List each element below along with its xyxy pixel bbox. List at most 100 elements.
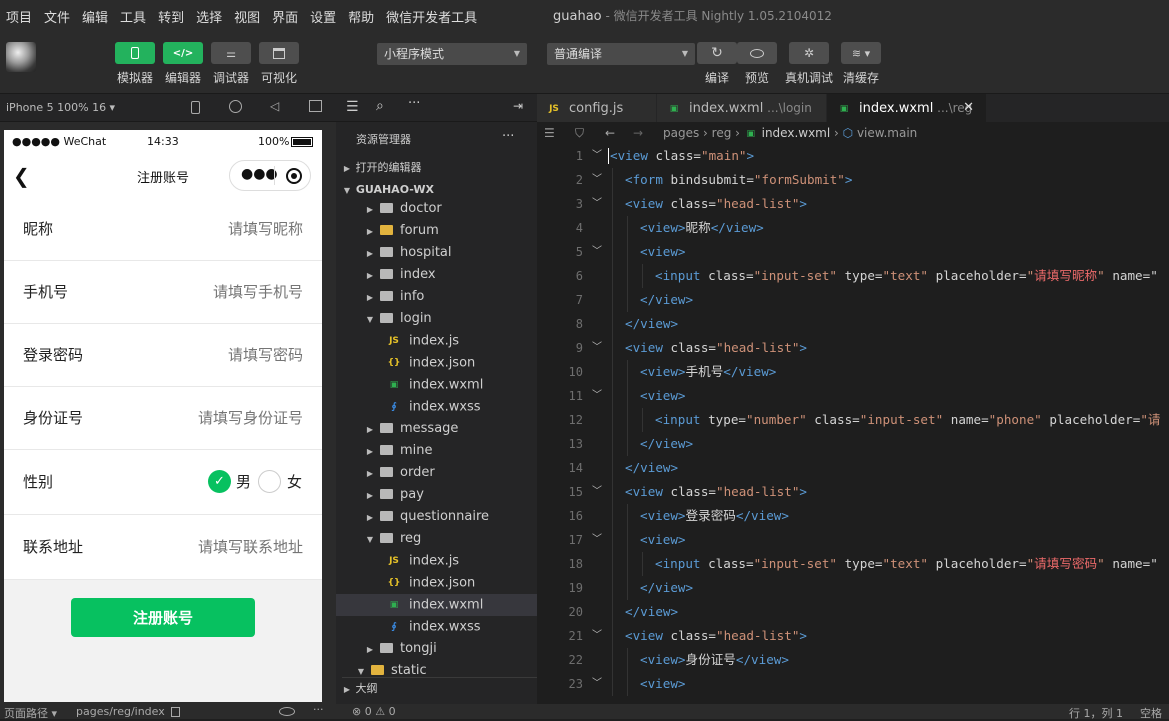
code-line[interactable]: 1 ﹀ <view class="main"> xyxy=(537,144,1169,168)
list-icon[interactable]: ☰ xyxy=(544,122,555,144)
code-line[interactable]: 2 ﹀ <form bindsubmit="formSubmit"> xyxy=(537,168,1169,192)
radio-male-checked[interactable]: ✓ xyxy=(208,470,231,493)
code-line[interactable]: 7 </view> xyxy=(537,288,1169,312)
breadcrumb-item[interactable]: view.main xyxy=(857,126,917,140)
menu-item[interactable]: 转到 xyxy=(152,7,190,26)
tree-item[interactable]: ∮ index.wxss xyxy=(336,616,537,638)
nickname-input[interactable] xyxy=(103,198,303,261)
menu-item[interactable]: 设置 xyxy=(304,7,342,26)
code-line[interactable]: 8 </view> xyxy=(537,312,1169,336)
tree-item[interactable]: ▶ hospital xyxy=(336,242,537,264)
idcard-input[interactable] xyxy=(103,387,303,450)
editor-button[interactable]: </> xyxy=(163,42,203,64)
tree-item[interactable]: ▶ questionnaire xyxy=(336,506,537,528)
files-icon[interactable]: ☰ xyxy=(346,99,359,115)
tree-item[interactable]: ▣ index.wxml xyxy=(336,374,537,396)
forward-icon[interactable]: → xyxy=(633,122,643,144)
code-line[interactable]: 23 ﹀ <view> xyxy=(537,672,1169,696)
volume-icon[interactable]: ◁ xyxy=(270,99,279,113)
breadcrumb-item[interactable]: index.wxml xyxy=(762,126,831,140)
tree-item[interactable]: ▶ tongji xyxy=(336,638,537,660)
tree-item[interactable]: ▶ info xyxy=(336,286,537,308)
explorer-more-icon[interactable]: ··· xyxy=(502,129,514,144)
fold-icon[interactable]: ﹀ xyxy=(592,528,602,552)
compile-select[interactable]: 普通编译 ▼ xyxy=(547,43,695,65)
code-editor[interactable]: 1 ﹀ <view class="main"> 2 ﹀ <form bindsubmit=… xyxy=(537,144,1169,704)
code-line[interactable]: 4 <view>昵称</view> xyxy=(537,216,1169,240)
visual-button[interactable] xyxy=(259,42,299,64)
copy-icon[interactable] xyxy=(171,707,180,717)
fold-icon[interactable]: ﹀ xyxy=(592,384,602,408)
tree-item[interactable]: ∮ index.wxss xyxy=(336,396,537,418)
preview-button[interactable] xyxy=(737,42,777,64)
fold-icon[interactable]: ﹀ xyxy=(592,336,602,360)
menu-item[interactable]: 工具 xyxy=(114,7,152,26)
code-line[interactable]: 9 ﹀ <view class="head-list"> xyxy=(537,336,1169,360)
fold-icon[interactable]: ﹀ xyxy=(592,168,602,192)
tree-item[interactable]: ▶ pay xyxy=(336,484,537,506)
breadcrumb-item[interactable]: pages xyxy=(663,126,699,140)
tree-item[interactable]: ▼ login xyxy=(336,308,537,330)
code-line[interactable]: 20 </view> xyxy=(537,600,1169,624)
fold-icon[interactable]: ﹀ xyxy=(592,240,602,264)
problems-count[interactable]: ⊗ 0 ⚠ 0 xyxy=(352,705,396,718)
record-icon[interactable] xyxy=(229,100,242,113)
tree-item[interactable]: {} index.json xyxy=(336,572,537,594)
code-line[interactable]: 16 <view>登录密码</view> xyxy=(537,504,1169,528)
clear-cache-button[interactable]: ≋ ▾ xyxy=(841,42,881,64)
code-line[interactable]: 17 ﹀ <view> xyxy=(537,528,1169,552)
tree-item[interactable]: ▶ forum xyxy=(336,220,537,242)
code-line[interactable]: 13 </view> xyxy=(537,432,1169,456)
tree-item[interactable]: ▶ message xyxy=(336,418,537,440)
rotate-icon[interactable] xyxy=(191,101,200,114)
menu-item[interactable]: 界面 xyxy=(266,7,304,26)
code-line[interactable]: 5 ﹀ <view> xyxy=(537,240,1169,264)
tree-item[interactable]: ▶ order xyxy=(336,462,537,484)
tree-item[interactable]: ▼ reg xyxy=(336,528,537,550)
search-icon[interactable]: ⌕ xyxy=(376,98,384,114)
open-editors-section[interactable]: ▶ 打开的编辑器 xyxy=(342,157,537,179)
breadcrumb-item[interactable]: reg xyxy=(712,126,732,140)
tree-item[interactable]: ▶ doctor xyxy=(336,198,537,220)
mode-select[interactable]: 小程序模式 ▼ xyxy=(377,43,527,65)
code-line[interactable]: 3 ﹀ <view class="head-list"> xyxy=(537,192,1169,216)
fold-icon[interactable]: ﹀ xyxy=(592,144,602,168)
debugger-button[interactable]: ⚌ xyxy=(211,42,251,64)
menu-item[interactable]: 文件 xyxy=(38,7,76,26)
code-line[interactable]: 18 <input class="input-set" type="text" p… xyxy=(537,552,1169,576)
address-input[interactable] xyxy=(103,515,303,580)
collapse-panel-icon[interactable]: ⇥ xyxy=(513,99,523,113)
radio-female[interactable] xyxy=(258,470,281,493)
device-select[interactable]: iPhone 5 100% 16 ▾ xyxy=(6,101,115,114)
outline-section[interactable]: ▶ 大纲 xyxy=(342,677,537,699)
remote-debug-button[interactable]: ✲ xyxy=(789,42,829,64)
phone-input[interactable] xyxy=(103,261,303,324)
eye-icon[interactable] xyxy=(279,707,295,716)
avatar[interactable] xyxy=(6,42,36,72)
code-line[interactable]: 15 ﹀ <view class="head-list"> xyxy=(537,480,1169,504)
tree-item[interactable]: ▣ index.wxml xyxy=(336,594,537,616)
editor-tab[interactable]: JS config.js xyxy=(537,94,657,122)
fold-icon[interactable]: ﹀ xyxy=(592,192,602,216)
close-icon[interactable]: ✕ xyxy=(963,94,974,122)
menu-item[interactable]: 选择 xyxy=(190,7,228,26)
tree-item[interactable]: JS index.js xyxy=(336,550,537,572)
code-line[interactable]: 21 ﹀ <view class="head-list"> xyxy=(537,624,1169,648)
more-dots-icon[interactable]: ●●● xyxy=(241,166,278,182)
editor-tab[interactable]: ▣ index.wxml ...\login xyxy=(657,94,827,122)
fold-icon[interactable]: ﹀ xyxy=(592,672,602,696)
editor-tab[interactable]: ▣ index.wxml ...\reg ✕ xyxy=(827,94,987,122)
more-icon[interactable]: ··· xyxy=(408,96,420,111)
popout-icon[interactable] xyxy=(309,100,322,112)
tree-item[interactable]: ▶ mine xyxy=(336,440,537,462)
code-line[interactable]: 19 </view> xyxy=(537,576,1169,600)
simulator-button[interactable] xyxy=(115,42,155,64)
menu-item[interactable]: 帮助 xyxy=(342,7,380,26)
menu-item[interactable]: 编辑 xyxy=(76,7,114,26)
compile-button[interactable]: ↻ xyxy=(697,42,737,64)
tree-item[interactable]: JS index.js xyxy=(336,330,537,352)
bookmark-icon[interactable]: ⛉ xyxy=(575,122,584,144)
fold-icon[interactable]: ﹀ xyxy=(592,480,602,504)
code-line[interactable]: 12 <input type="number" class="input-set"… xyxy=(537,408,1169,432)
menu-item[interactable]: 项目 xyxy=(0,7,38,26)
